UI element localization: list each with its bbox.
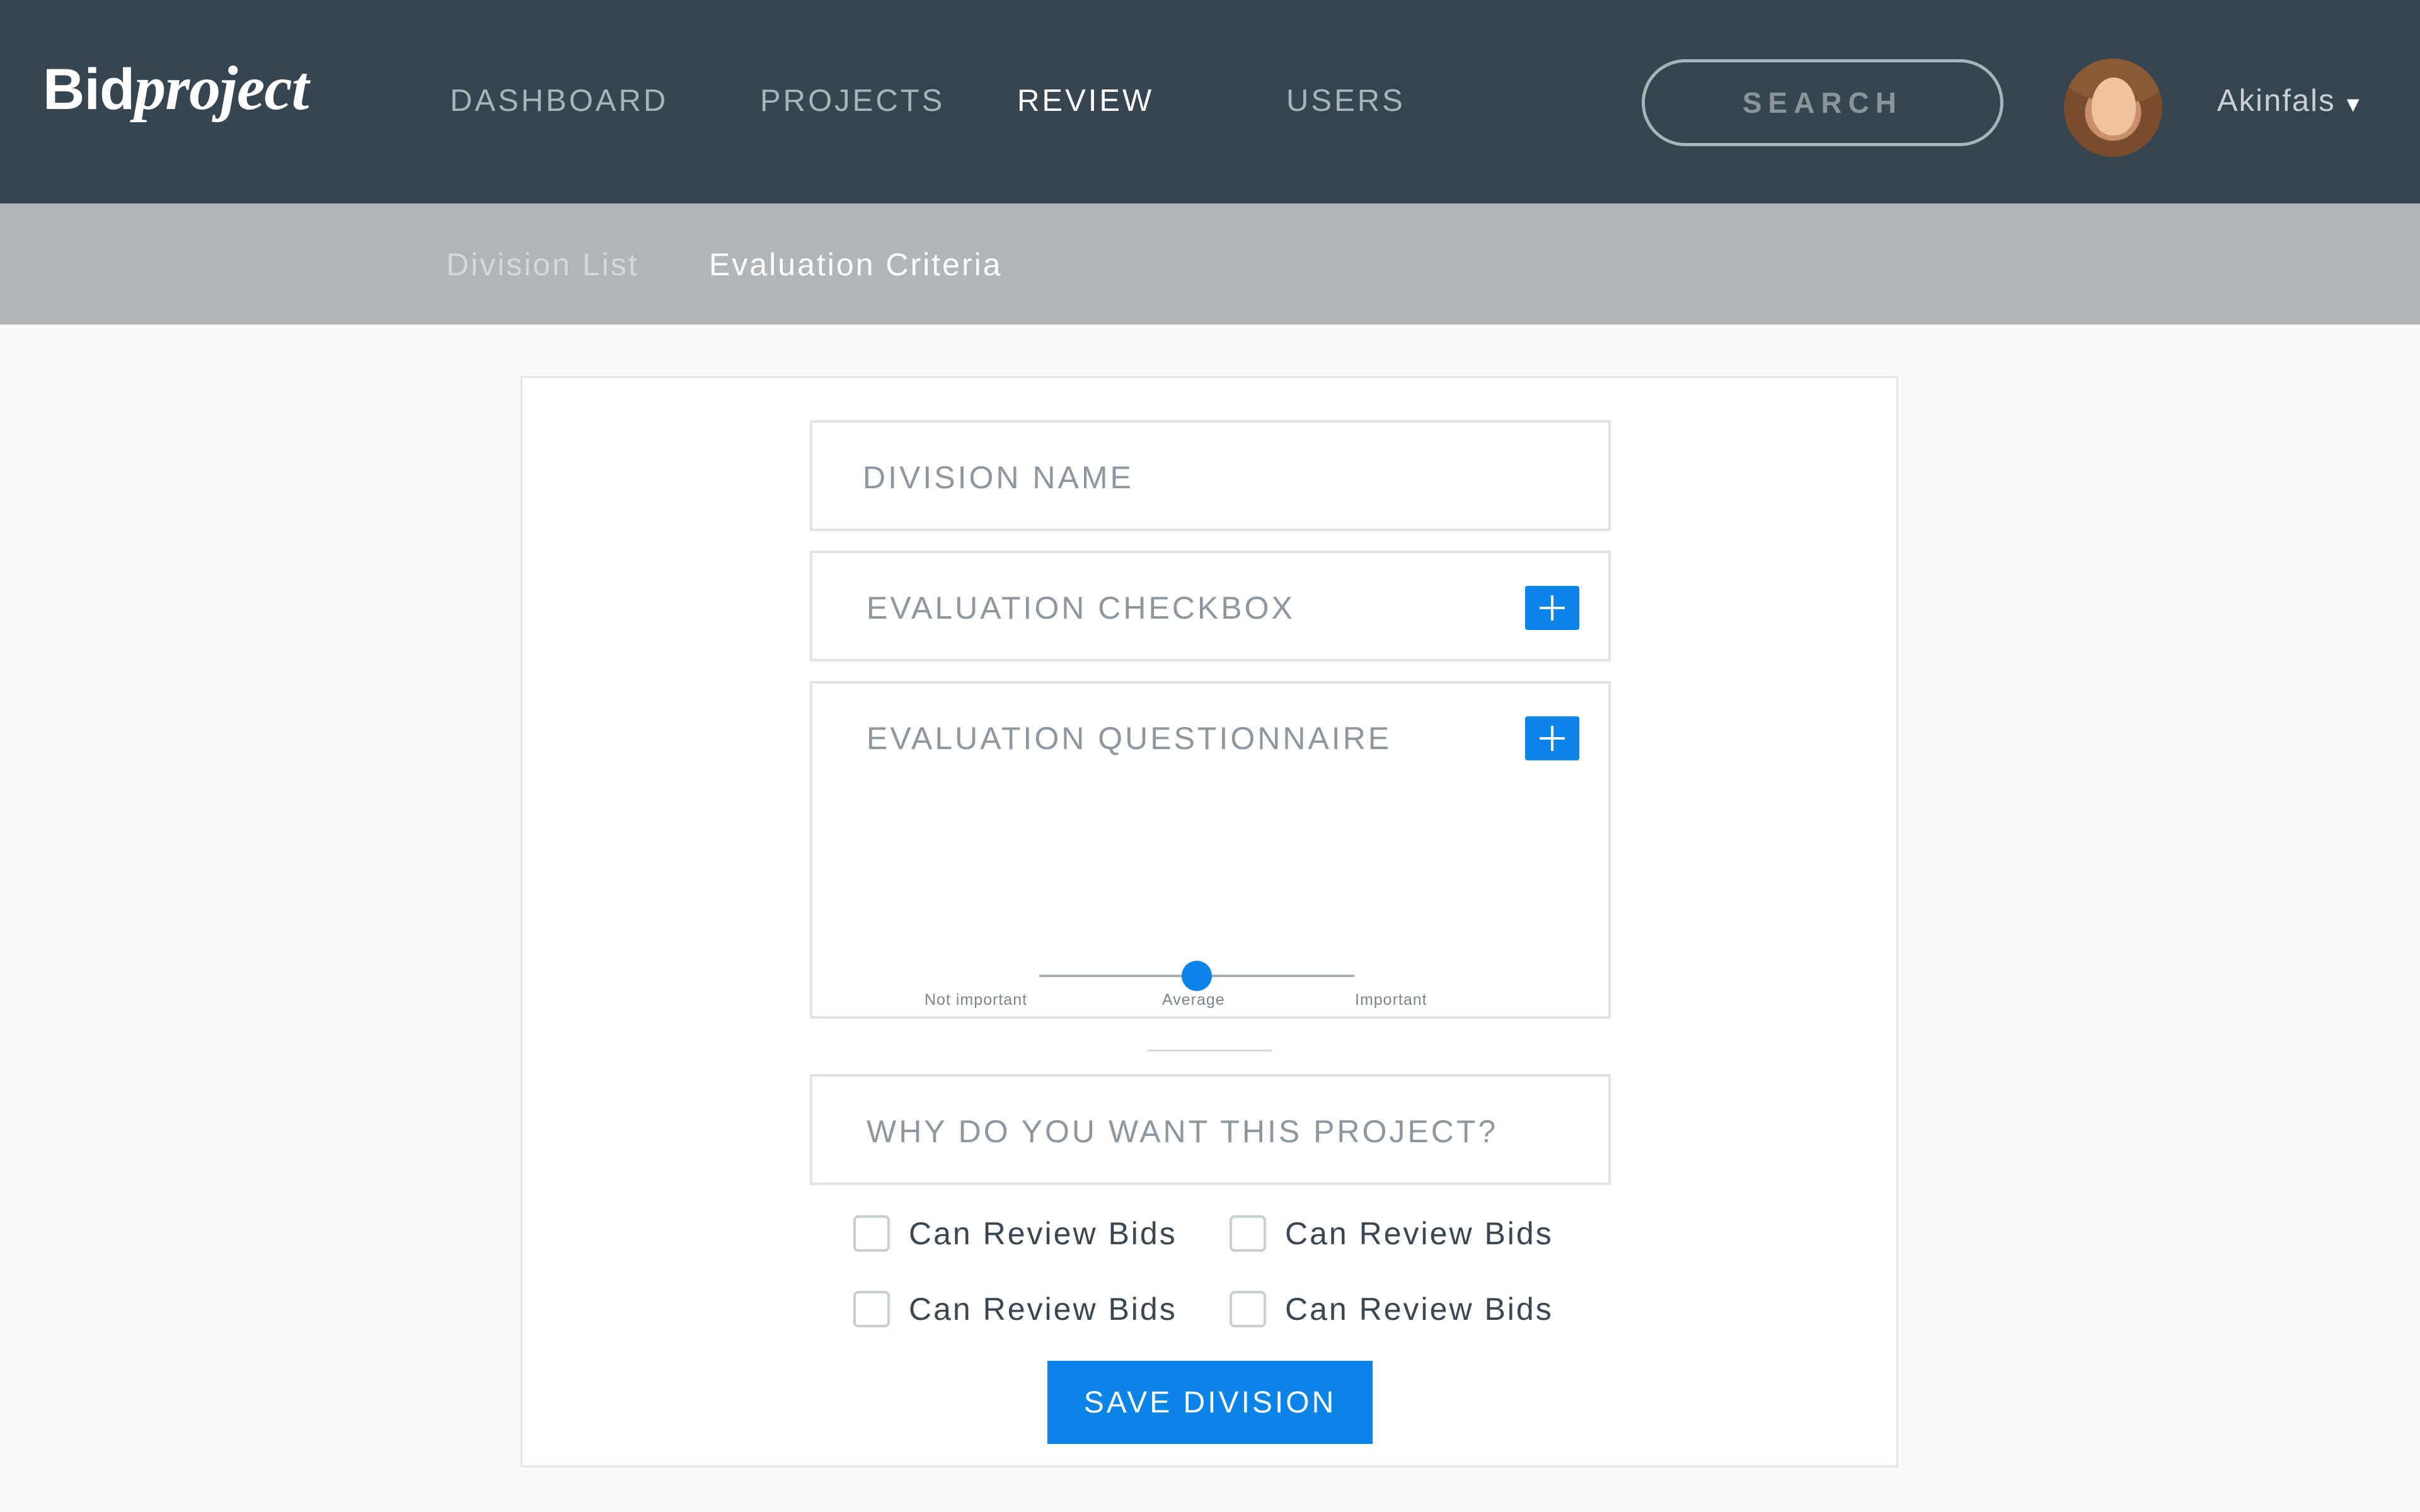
top-navbar: Bid project DASHBOARD PROJECTS REVIEW US… — [0, 0, 2420, 203]
user-name: Akinfals — [2217, 84, 2336, 118]
user-avatar[interactable] — [2064, 59, 2162, 157]
logo-text-project: project — [134, 53, 309, 123]
checkbox[interactable] — [853, 1215, 890, 1252]
checkbox-label: Can Review Bids — [909, 1216, 1177, 1251]
add-evaluation-question-button[interactable] — [1525, 716, 1579, 760]
slider-label-important: Important — [1355, 991, 1427, 1009]
tab-division-list[interactable]: Division List — [446, 246, 639, 283]
checkbox[interactable] — [1230, 1215, 1266, 1252]
section-divider — [1147, 1050, 1272, 1051]
checkbox-label: Can Review Bids — [1285, 1292, 1553, 1327]
why-project-placeholder: WHY DO YOU WANT THIS PROJECT? — [867, 1114, 1499, 1149]
checkbox[interactable] — [1230, 1291, 1266, 1327]
avatar-face — [2092, 77, 2136, 135]
evaluation-checkbox-field: EVALUATION CHECKBOX — [810, 551, 1611, 662]
user-menu-dropdown[interactable]: Akinfals ▾ — [2217, 83, 2361, 118]
checkbox[interactable] — [853, 1291, 890, 1327]
bidproject-logo[interactable]: Bid project — [43, 52, 309, 127]
checkbox-label: Can Review Bids — [909, 1292, 1177, 1327]
slider-label-not-important: Not important — [925, 991, 1028, 1009]
division-name-field[interactable]: DIVISION NAME — [810, 420, 1611, 531]
why-project-field[interactable]: WHY DO YOU WANT THIS PROJECT? — [810, 1074, 1611, 1185]
search-label: SEARCH — [1742, 86, 1903, 119]
nav-item-review[interactable]: REVIEW — [1017, 83, 1154, 118]
add-evaluation-checkbox-button[interactable] — [1525, 586, 1579, 630]
importance-slider-thumb[interactable] — [1182, 961, 1212, 991]
nav-item-dashboard[interactable]: DASHBOARD — [450, 83, 668, 118]
permission-checkbox-item[interactable]: Can Review Bids — [853, 1291, 1177, 1327]
tab-evaluation-criteria[interactable]: Evaluation Criteria — [709, 246, 1003, 283]
permission-checkbox-item[interactable]: Can Review Bids — [853, 1215, 1177, 1252]
permission-checkbox-item[interactable]: Can Review Bids — [1230, 1215, 1553, 1252]
slider-label-average: Average — [1162, 991, 1225, 1009]
nav-item-users[interactable]: USERS — [1286, 83, 1405, 118]
sub-navbar: Division List Evaluation Criteria — [0, 203, 2420, 324]
chevron-down-icon: ▾ — [2346, 90, 2361, 118]
search-button[interactable]: SEARCH — [1642, 59, 2003, 146]
evaluation-checkbox-label: EVALUATION CHECKBOX — [867, 590, 1295, 626]
save-division-button[interactable]: SAVE DIVISION — [1047, 1361, 1373, 1444]
checkbox-label: Can Review Bids — [1285, 1216, 1553, 1251]
permission-checkbox-item[interactable]: Can Review Bids — [1230, 1291, 1553, 1327]
evaluation-questionnaire-label: EVALUATION QUESTIONNAIRE — [867, 721, 1392, 756]
division-name-placeholder: DIVISION NAME — [863, 460, 1134, 495]
logo-text-bid: Bid — [43, 57, 135, 122]
nav-item-projects[interactable]: PROJECTS — [760, 83, 945, 118]
evaluation-questionnaire-field: EVALUATION QUESTIONNAIRE Not important A… — [810, 681, 1611, 1019]
